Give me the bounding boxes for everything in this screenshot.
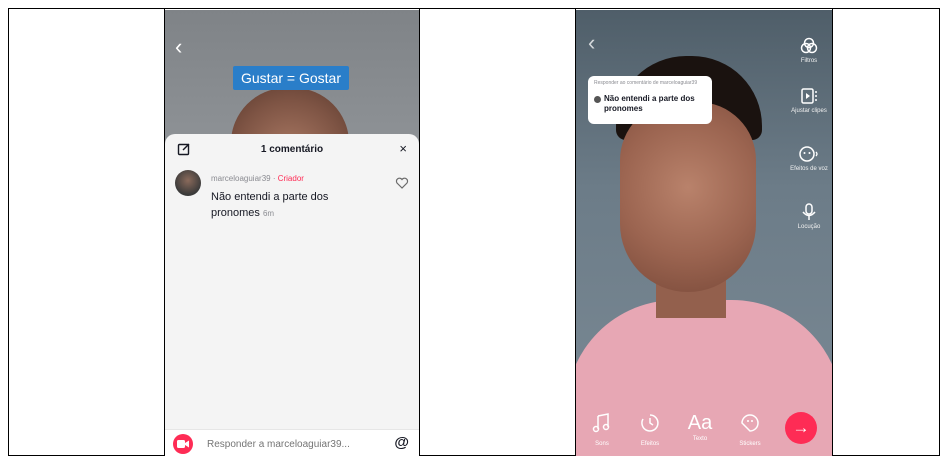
bubble-header: Responder ao comentário de marceloaguiar… (594, 80, 698, 86)
effects-button[interactable]: Efeitos (630, 412, 670, 447)
meta-separator: · (270, 174, 278, 183)
tool-label: Ajustar clipes (791, 108, 827, 114)
tool-label: Filtros (800, 58, 818, 64)
effects-timer-icon (641, 414, 659, 432)
sounds-button[interactable]: Sons (582, 412, 622, 447)
bubble-text: Não entendi a parte dos pronomes (604, 94, 695, 113)
comments-sheet: 1 comentário × marceloaguiar39 · Criador… (165, 134, 419, 456)
tool-label: Stickers (739, 441, 761, 447)
comment-time: 6m (262, 209, 275, 218)
tool-label: Efeitos de voz (790, 166, 828, 172)
adjust-clips-icon (801, 88, 817, 104)
creator-badge: Criador (277, 174, 304, 183)
adjust-clips-button[interactable]: Ajustar clipes (787, 86, 831, 115)
voiceover-icon (802, 203, 816, 220)
tool-label: Efeitos (640, 441, 660, 447)
sticker-icon (741, 414, 759, 432)
avatar[interactable] (175, 170, 201, 196)
voice-effects-button[interactable]: Efeitos de voz (787, 144, 831, 173)
reply-comment-bubble[interactable]: Responder ao comentário de marceloaguiar… (588, 76, 712, 124)
voice-effects-icon (799, 146, 818, 162)
mention-icon[interactable]: @ (394, 434, 409, 451)
close-icon[interactable]: × (399, 142, 407, 156)
comments-count-title: 1 comentário (260, 144, 324, 155)
tool-label: Sons (595, 441, 609, 447)
reply-input[interactable] (207, 436, 377, 452)
filters-icon (800, 37, 818, 54)
comments-header: 1 comentário × (165, 134, 419, 164)
heart-icon[interactable] (395, 176, 409, 190)
camera-button[interactable] (173, 434, 193, 454)
back-arrow-icon[interactable]: ‹ (175, 36, 182, 58)
text-sticker[interactable]: Gustar = Gostar (233, 66, 349, 90)
person-face (620, 102, 756, 292)
stickers-button[interactable]: Stickers (730, 412, 770, 447)
comment-meta: marceloaguiar39 · Criador (211, 174, 304, 183)
back-arrow-icon[interactable]: ‹ (588, 32, 595, 54)
tool-label: Locução (797, 224, 821, 230)
reply-bar: @ (165, 429, 419, 456)
bubble-avatar (594, 96, 601, 103)
filters-button[interactable]: Filtros (787, 36, 831, 65)
comment-body: Não entendi a parte dos pronomes 6m (211, 189, 361, 222)
right-phone-screen: ‹ Responder ao comentário de marceloagui… (576, 10, 832, 456)
left-phone-screen: ‹ Gustar = Gostar 1 comentário × marcelo… (165, 10, 419, 456)
tool-label: Texto (692, 436, 708, 442)
music-note-icon (592, 413, 610, 433)
camera-icon (177, 440, 189, 448)
text-icon: Aa (687, 412, 713, 434)
voiceover-button[interactable]: Locução (787, 202, 831, 231)
divider-line (832, 8, 833, 456)
divider-line (419, 8, 420, 456)
text-button[interactable]: Aa Texto (680, 412, 720, 442)
comment-username[interactable]: marceloaguiar39 (211, 174, 271, 183)
next-button[interactable]: → (785, 412, 817, 444)
